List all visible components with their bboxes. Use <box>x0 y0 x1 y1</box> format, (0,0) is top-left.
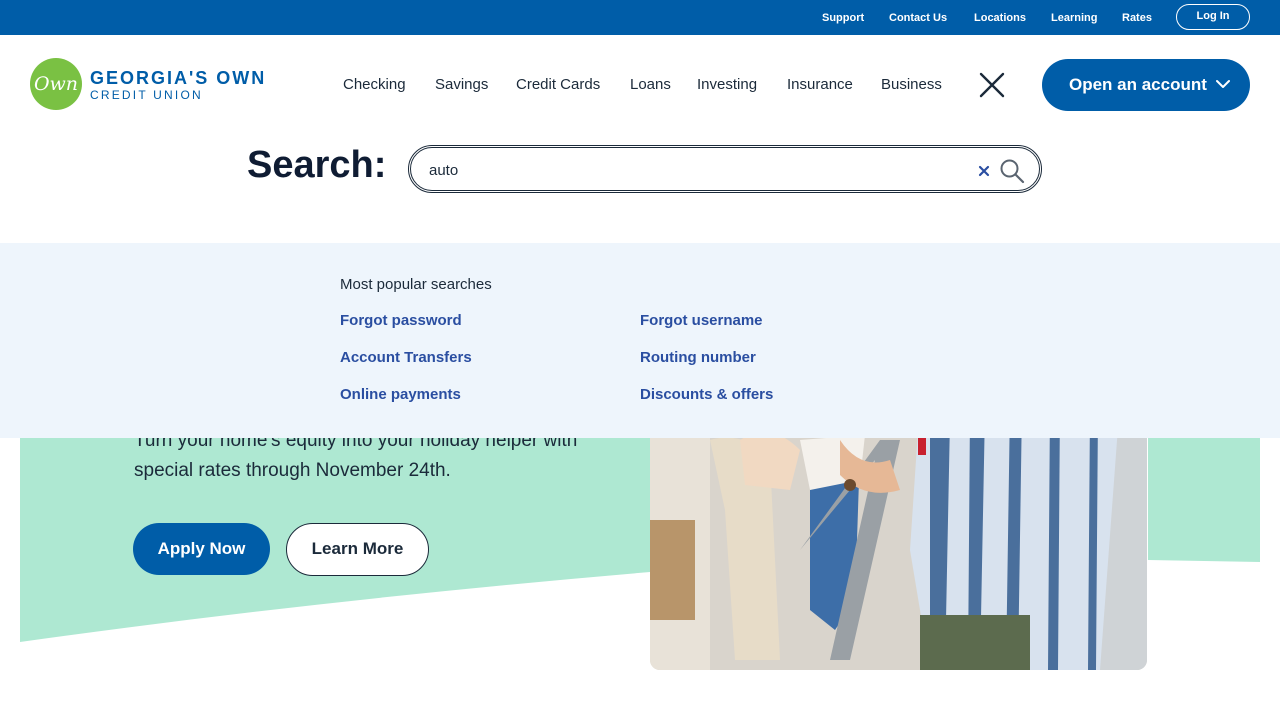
georgias-own-logo[interactable]: Own GEORGIA'S OWN CREDIT UNION <box>30 58 290 112</box>
page: Support Contact Us Locations Learning Ra… <box>0 0 1280 720</box>
popular-search-link[interactable]: Forgot password <box>340 312 462 329</box>
log-in-button[interactable]: Log In <box>1176 4 1250 30</box>
hero-photo <box>650 400 1147 670</box>
open-account-label: Open an account <box>1069 75 1207 94</box>
nav-savings[interactable]: Savings <box>435 76 488 93</box>
popular-searches-panel <box>0 243 1280 438</box>
learn-more-button[interactable]: Learn More <box>286 523 429 576</box>
support-link[interactable]: Support <box>822 12 864 24</box>
chevron-down-icon <box>1216 80 1230 88</box>
nav-loans[interactable]: Loans <box>630 76 671 93</box>
nav-insurance[interactable]: Insurance <box>787 76 853 93</box>
open-account-button[interactable]: Open an account <box>1042 59 1250 111</box>
clear-icon[interactable] <box>977 164 991 178</box>
search-box <box>408 145 1042 193</box>
nav-business[interactable]: Business <box>881 76 942 93</box>
nav-checking[interactable]: Checking <box>343 76 406 93</box>
utility-bar: Support Contact Us Locations Learning Ra… <box>0 0 1280 35</box>
logo-name: GEORGIA'S OWN <box>90 68 267 88</box>
popular-searches-heading: Most popular searches <box>340 276 492 293</box>
nav-investing[interactable]: Investing <box>697 76 757 93</box>
popular-search-link[interactable]: Forgot username <box>640 312 763 329</box>
search-heading: Search: <box>247 144 387 186</box>
popular-search-link[interactable]: Account Transfers <box>340 349 472 366</box>
apply-now-button[interactable]: Apply Now <box>133 523 270 575</box>
popular-search-link[interactable]: Routing number <box>640 349 756 366</box>
popular-search-link[interactable]: Discounts & offers <box>640 386 773 403</box>
nav-credit-cards[interactable]: Credit Cards <box>516 76 600 93</box>
popular-search-link[interactable]: Online payments <box>340 386 461 403</box>
rates-link[interactable]: Rates <box>1122 12 1152 24</box>
logo-mark: Own <box>30 58 82 110</box>
close-search-icon[interactable] <box>978 71 1006 99</box>
search-icon[interactable] <box>998 157 1026 185</box>
family-painting-image <box>650 400 1147 670</box>
locations-link[interactable]: Locations <box>974 12 1026 24</box>
contact-us-link[interactable]: Contact Us <box>889 12 947 24</box>
search-input[interactable] <box>429 159 969 181</box>
logo-subtitle: CREDIT UNION <box>90 88 203 102</box>
learning-link[interactable]: Learning <box>1051 12 1097 24</box>
